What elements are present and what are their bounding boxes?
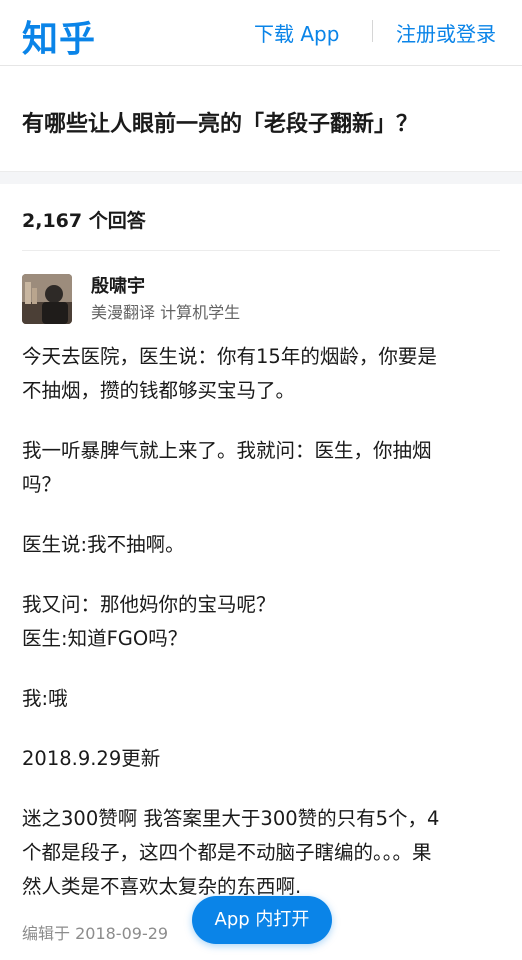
- answer-line: 医生说:我不抽啊。: [22, 533, 185, 556]
- answer-line: 我又问：那他妈你的宝马呢？: [22, 593, 276, 616]
- question-card: 有哪些让人眼前一亮的「老段子翻新」？: [0, 66, 522, 172]
- header-divider: [372, 20, 373, 42]
- author-bio: 美漫翻译 计算机学生: [91, 303, 241, 322]
- answer-paragraph: 今天去医院，医生说：你有15年的烟龄，你要是 不抽烟，攒的钱都够买宝马了。: [22, 340, 502, 408]
- answer-paragraph: 迷之300赞啊 我答案里大于300赞的只有5个，4 个都是段子，这四个都是不动脑子…: [22, 802, 502, 904]
- answer-line: 2018.9.29更新: [22, 747, 161, 770]
- answer-line: 医生:知道FGO吗？: [22, 627, 188, 650]
- answer-line: 个都是段子，这四个都是不动脑子瞎编的。。。果: [22, 841, 432, 864]
- download-app-link[interactable]: 下载 App: [254, 18, 339, 47]
- open-in-app-button[interactable]: App 内打开: [192, 896, 332, 944]
- avatar-photo-icon: [22, 274, 72, 324]
- section-gap: [0, 172, 522, 184]
- answer-line: 今天去医院，医生说：你有15年的烟龄，你要是: [22, 345, 437, 368]
- question-title[interactable]: 有哪些让人眼前一亮的「老段子翻新」？: [22, 106, 418, 138]
- edit-time: 编辑于 2018-09-29: [22, 924, 169, 943]
- answer-paragraph: 我一听暴脾气就上来了。我就问：医生，你抽烟 吗？: [22, 434, 502, 502]
- answer-paragraph: 医生说:我不抽啊。: [22, 528, 502, 562]
- answer-line: 我一听暴脾气就上来了。我就问：医生，你抽烟: [22, 439, 432, 462]
- answer-paragraph: 我又问：那他妈你的宝马呢？ 医生:知道FGO吗？: [22, 588, 502, 656]
- answer-content: 今天去医院，医生说：你有15年的烟龄，你要是 不抽烟，攒的钱都够买宝马了。 我一听暴…: [22, 340, 502, 930]
- avatar[interactable]: [22, 274, 72, 324]
- answer-line: 我:哦: [22, 687, 68, 710]
- divider: [22, 250, 500, 251]
- top-bar: 知乎 下载 App 注册或登录: [0, 0, 522, 66]
- answer-paragraph: 2018.9.29更新: [22, 742, 502, 776]
- answer-line: 迷之300赞啊 我答案里大于300赞的只有5个，4: [22, 807, 440, 830]
- answer-line: 不抽烟，攒的钱都够买宝马了。: [22, 379, 296, 402]
- author-name[interactable]: 殷啸宇: [91, 272, 145, 298]
- zhihu-logo[interactable]: 知乎: [22, 10, 96, 62]
- answers-count: 2,167 个回答: [22, 210, 146, 232]
- answer-line: 吗？: [22, 473, 62, 496]
- answer-paragraph: 我:哦: [22, 682, 502, 716]
- register-login-link[interactable]: 注册或登录: [396, 18, 496, 47]
